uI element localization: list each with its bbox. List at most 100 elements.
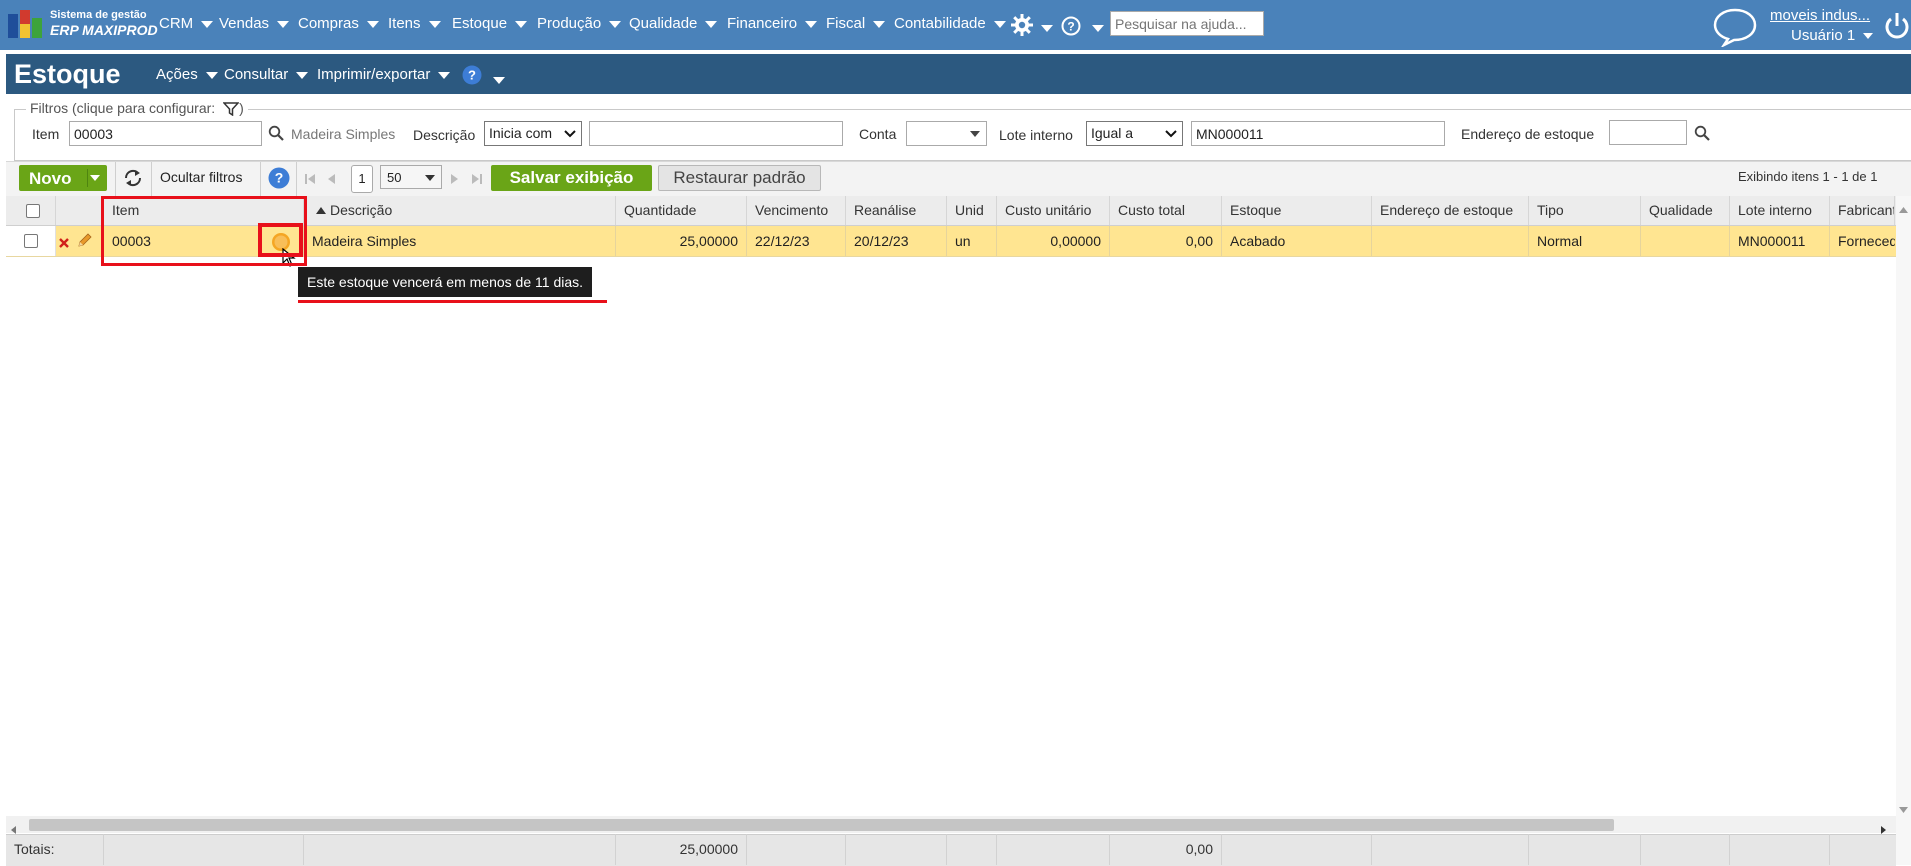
- toolbar-divider: [260, 162, 261, 196]
- cell-quantidade: 25,00000: [616, 226, 747, 256]
- filter-conta-label: Conta: [859, 126, 897, 142]
- settings-gear-icon[interactable]: [1011, 14, 1033, 39]
- power-logout-icon[interactable]: [1884, 12, 1910, 43]
- page-help-caret-icon[interactable]: [493, 71, 505, 87]
- col-reanalise[interactable]: Reanálise: [846, 196, 947, 225]
- delete-row-icon[interactable]: [59, 235, 69, 251]
- col-lote-interno[interactable]: Lote interno: [1730, 196, 1830, 225]
- filter-lote-label: Lote interno: [999, 127, 1073, 143]
- settings-dropdown-caret-icon[interactable]: [1041, 19, 1053, 35]
- toolbar-divider: [151, 162, 152, 196]
- col-tipo[interactable]: Tipo: [1529, 196, 1641, 225]
- totals-cell-vencimento: [747, 834, 846, 865]
- last-page-icon[interactable]: [471, 172, 483, 188]
- totals-cell-endereco: [1372, 834, 1529, 865]
- edit-row-pencil-icon[interactable]: [77, 232, 93, 251]
- novo-button[interactable]: Novo: [19, 165, 107, 191]
- page-size-select[interactable]: 50: [380, 165, 442, 189]
- menu-qualidade[interactable]: Qualidade: [629, 15, 718, 32]
- cell-descricao: Madeira Simples: [304, 226, 616, 256]
- menu-compras[interactable]: Compras: [298, 15, 379, 32]
- totals-label: Totais:: [6, 834, 104, 865]
- item-search-icon[interactable]: [268, 125, 284, 144]
- cell-reanalise: 20/12/23: [846, 226, 947, 256]
- scroll-up-arrow-icon[interactable]: [1899, 200, 1908, 216]
- grid-help-icon[interactable]: ?: [268, 167, 290, 192]
- filter-item-input[interactable]: [69, 121, 262, 146]
- select-all-cell: [6, 196, 56, 225]
- salvar-exibicao-button[interactable]: Salvar exibição: [491, 165, 652, 191]
- page-number-input[interactable]: 1: [351, 165, 373, 193]
- filter-lote-input[interactable]: [1191, 121, 1445, 146]
- col-unid[interactable]: Unid: [947, 196, 997, 225]
- cell-tipo: Normal: [1529, 226, 1641, 256]
- company-link[interactable]: moveis indus...: [1770, 7, 1870, 24]
- menu-consultar[interactable]: Consultar: [224, 66, 309, 83]
- totals-cell-unid: [947, 834, 997, 865]
- ocultar-filtros-button[interactable]: Ocultar filtros: [160, 169, 242, 185]
- restaurar-padrao-button[interactable]: Restaurar padrão: [658, 165, 821, 191]
- filter-item-description: Madeira Simples: [291, 126, 396, 142]
- menu-imprimir-exportar[interactable]: Imprimir/exportar: [317, 66, 451, 83]
- menu-producao[interactable]: Produção: [537, 15, 622, 32]
- scroll-down-arrow-icon[interactable]: [1899, 800, 1908, 816]
- filter-descricao-input[interactable]: [589, 121, 843, 146]
- menu-crm[interactable]: CRM: [159, 15, 214, 32]
- filter-descricao-label: Descrição: [413, 127, 476, 143]
- chat-bubble-icon[interactable]: [1712, 7, 1758, 50]
- user-menu[interactable]: Usuário 1: [1791, 27, 1874, 44]
- help-question-icon[interactable]: ?: [1061, 16, 1081, 39]
- next-page-icon[interactable]: [450, 172, 460, 188]
- col-quantidade[interactable]: Quantidade: [616, 196, 747, 225]
- row-checkbox-cell: [6, 226, 56, 256]
- menu-acoes[interactable]: Ações: [156, 66, 218, 83]
- col-qualidade[interactable]: Qualidade: [1641, 196, 1730, 225]
- svg-text:?: ?: [275, 170, 284, 186]
- menu-vendas[interactable]: Vendas: [219, 15, 290, 32]
- sort-ascending-icon: [316, 207, 326, 214]
- menu-estoque[interactable]: Estoque: [452, 15, 528, 32]
- col-custo-unitario[interactable]: Custo unitário: [997, 196, 1110, 225]
- select-all-checkbox[interactable]: [26, 204, 40, 218]
- menu-itens[interactable]: Itens: [388, 15, 441, 32]
- totals-cell-reanalise: [846, 834, 947, 865]
- col-fabricante[interactable]: Fabricante: [1830, 196, 1895, 225]
- help-dropdown-caret-icon[interactable]: [1092, 19, 1104, 35]
- filter-endereco-label: Endereço de estoque: [1461, 126, 1595, 142]
- filter-descricao-operator[interactable]: Inicia com: [484, 121, 582, 146]
- menu-fiscal[interactable]: Fiscal: [826, 15, 886, 32]
- totals-cell-estoque: [1222, 834, 1372, 865]
- totals-cell-descricao: [304, 834, 616, 865]
- svg-text:?: ?: [1067, 20, 1074, 34]
- menu-contabilidade[interactable]: Contabilidade: [894, 15, 1006, 32]
- range-info: Exibindo itens 1 - 1 de 1: [1738, 169, 1878, 184]
- col-custo-total[interactable]: Custo total: [1110, 196, 1222, 225]
- cell-qualidade: [1641, 226, 1730, 256]
- page-title: Estoque: [14, 59, 121, 89]
- page-help-icon[interactable]: ?: [462, 65, 482, 88]
- refresh-icon[interactable]: [123, 169, 143, 190]
- col-endereco-estoque[interactable]: Endereço de estoque: [1372, 196, 1529, 225]
- row-checkbox[interactable]: [24, 234, 38, 248]
- endereco-search-icon[interactable]: [1694, 125, 1710, 144]
- filter-endereco-input[interactable]: [1609, 120, 1687, 145]
- funnel-filter-icon[interactable]: [222, 102, 240, 117]
- first-page-icon[interactable]: [304, 172, 316, 188]
- help-search-input[interactable]: [1110, 11, 1264, 36]
- col-descricao[interactable]: Descrição: [304, 196, 616, 225]
- menu-financeiro[interactable]: Financeiro: [727, 15, 818, 32]
- totals-cell-lote: [1730, 834, 1830, 865]
- col-vencimento[interactable]: Vencimento: [747, 196, 846, 225]
- cell-estoque: Acabado: [1222, 226, 1372, 256]
- filter-conta-select[interactable]: [906, 121, 987, 146]
- filter-lote-operator[interactable]: Igual a: [1086, 121, 1183, 146]
- filters-legend[interactable]: Filtros (clique para configurar: ): [26, 100, 248, 117]
- vertical-scrollbar[interactable]: [1896, 196, 1911, 865]
- cell-vencimento: 22/12/23: [747, 226, 846, 256]
- expiry-tooltip: Este estoque vencerá em menos de 11 dias…: [298, 267, 593, 297]
- col-estoque[interactable]: Estoque: [1222, 196, 1372, 225]
- grid-toolbar: [6, 161, 1911, 197]
- horizontal-scroll-thumb[interactable]: [29, 819, 1614, 831]
- erp-logo-icon[interactable]: [8, 10, 44, 38]
- prev-page-icon[interactable]: [326, 172, 336, 188]
